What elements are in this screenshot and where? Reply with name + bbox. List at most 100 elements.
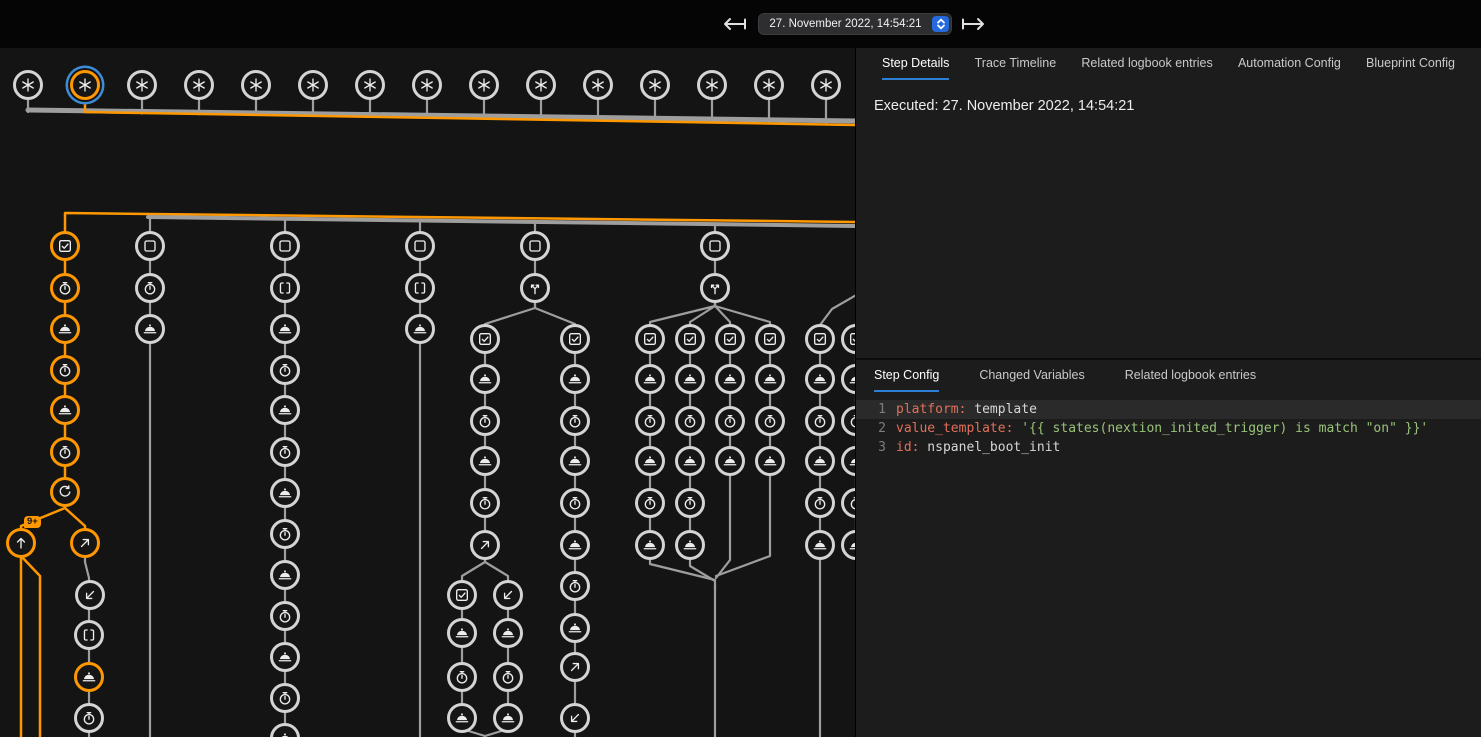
node-asterisk-icon[interactable] [754,70,784,100]
node-timer-icon[interactable] [805,406,835,436]
node-bell-icon[interactable] [447,703,477,733]
node-bell-icon[interactable] [560,530,590,560]
node-timer-icon[interactable] [560,571,590,601]
node-bell-icon[interactable] [447,618,477,648]
node-bell-icon[interactable] [755,364,785,394]
node-bell-icon[interactable] [560,613,590,643]
node-sw-icon[interactable] [75,580,105,610]
node-bell-icon[interactable] [805,446,835,476]
node-brackets-icon[interactable] [270,273,300,303]
node-bell-icon[interactable] [270,642,300,672]
node-timer-icon[interactable] [470,488,500,518]
node-timer-icon[interactable] [270,683,300,713]
node-timer-icon[interactable] [635,406,665,436]
node-bell-icon[interactable] [715,446,745,476]
node-square-icon[interactable] [405,231,435,261]
node-cond-icon[interactable] [715,324,745,354]
node-asterisk-icon[interactable] [13,70,43,100]
node-asterisk-icon[interactable] [697,70,727,100]
node-square-icon[interactable] [700,231,730,261]
yaml-code-block[interactable]: 1platform: template2value_template: '{{ … [856,392,1481,457]
node-timer-icon[interactable] [470,406,500,436]
node-bell-icon[interactable] [805,364,835,394]
node-timer-icon[interactable] [135,273,165,303]
node-square-icon[interactable] [520,231,550,261]
node-asterisk-icon[interactable] [70,70,100,100]
node-timer-icon[interactable] [755,406,785,436]
node-bell-icon[interactable] [560,364,590,394]
node-bell-icon[interactable] [675,446,705,476]
node-brackets-icon[interactable] [74,620,104,650]
tab-related-logbook-entries[interactable]: Related logbook entries [1125,360,1256,392]
previous-run-button[interactable] [720,15,748,33]
node-timer-icon[interactable] [805,488,835,518]
node-bell-icon[interactable] [635,364,665,394]
tab-trace-timeline[interactable]: Trace Timeline [975,48,1057,80]
node-sw-icon[interactable] [560,703,590,733]
tab-changed-variables[interactable]: Changed Variables [979,360,1084,392]
node-cond-icon[interactable] [755,324,785,354]
node-bell-icon[interactable] [50,314,80,344]
node-timer-icon[interactable] [493,662,523,692]
node-asterisk-icon[interactable] [298,70,328,100]
node-bell-icon[interactable] [560,446,590,476]
tab-step-config[interactable]: Step Config [874,360,939,392]
node-bell-icon[interactable] [270,395,300,425]
node-bell-icon[interactable] [675,364,705,394]
node-asterisk-icon[interactable] [355,70,385,100]
node-asterisk-icon[interactable] [412,70,442,100]
tab-automation-config[interactable]: Automation Config [1238,48,1341,80]
node-asterisk-icon[interactable] [811,70,841,100]
node-bell-icon[interactable] [493,618,523,648]
node-split-icon[interactable] [700,273,730,303]
node-timer-icon[interactable] [447,662,477,692]
node-bell-icon[interactable] [755,446,785,476]
run-select[interactable]: 27. November 2022, 14:54:21 [758,13,952,35]
node-timer-icon[interactable] [560,488,590,518]
node-square-icon[interactable] [270,231,300,261]
node-timer-icon[interactable] [50,437,80,467]
node-bell-icon[interactable] [470,364,500,394]
node-bell-icon[interactable] [715,364,745,394]
node-bell-icon[interactable] [805,530,835,560]
node-bell-icon[interactable] [675,530,705,560]
node-bell-icon[interactable] [493,703,523,733]
node-up-icon[interactable] [6,528,36,558]
node-timer-icon[interactable] [635,488,665,518]
node-bell-icon[interactable] [635,446,665,476]
node-asterisk-icon[interactable] [469,70,499,100]
node-timer-icon[interactable] [675,406,705,436]
node-bell-icon[interactable] [270,314,300,344]
node-ne-icon[interactable] [70,528,100,558]
node-bell-icon[interactable] [405,314,435,344]
node-bell-icon[interactable] [470,446,500,476]
node-cond-icon[interactable] [447,580,477,610]
node-timer-icon[interactable] [270,355,300,385]
node-cond-icon[interactable] [470,324,500,354]
tab-step-details[interactable]: Step Details [882,48,949,80]
node-asterisk-icon[interactable] [184,70,214,100]
node-bell-icon[interactable] [270,478,300,508]
node-ne-icon[interactable] [560,652,590,682]
node-timer-icon[interactable] [50,355,80,385]
node-asterisk-icon[interactable] [127,70,157,100]
node-timer-icon[interactable] [560,406,590,436]
node-bell-icon[interactable] [74,662,104,692]
node-cond-icon[interactable] [50,231,80,261]
node-cond-icon[interactable] [560,324,590,354]
node-cond-icon[interactable] [635,324,665,354]
node-asterisk-icon[interactable] [640,70,670,100]
node-bell-icon[interactable] [270,560,300,590]
tab-related-logbook-entries[interactable]: Related logbook entries [1081,48,1212,80]
node-timer-icon[interactable] [270,437,300,467]
node-asterisk-icon[interactable] [241,70,271,100]
node-bell-icon[interactable] [635,530,665,560]
node-timer-icon[interactable] [675,488,705,518]
node-asterisk-icon[interactable] [583,70,613,100]
node-timer-icon[interactable] [74,703,104,733]
node-bell-icon[interactable] [50,395,80,425]
tab-blueprint-config[interactable]: Blueprint Config [1366,48,1455,80]
node-repeat-icon[interactable] [50,477,80,507]
node-ne-icon[interactable] [470,530,500,560]
node-brackets-icon[interactable] [405,273,435,303]
